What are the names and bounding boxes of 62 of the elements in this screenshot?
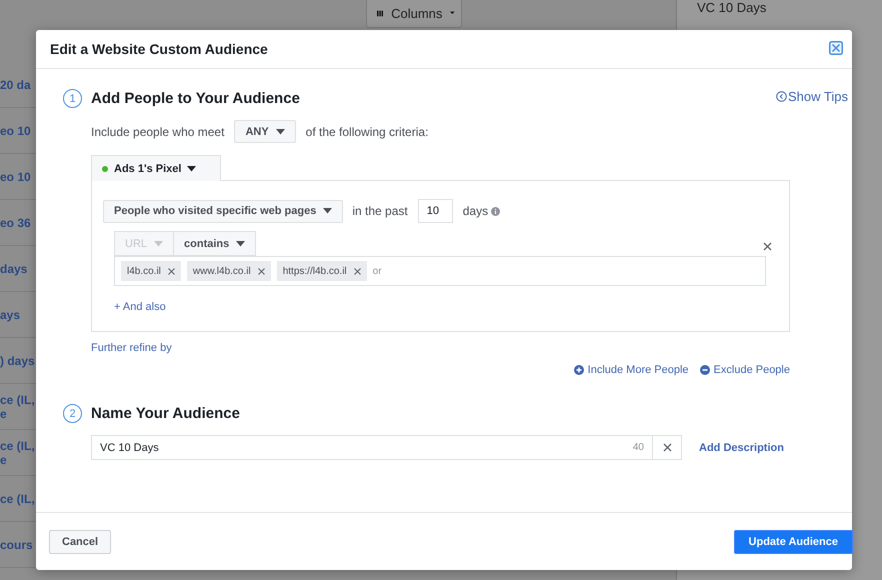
add-description-link[interactable]: Add Description xyxy=(699,442,784,454)
url-token: l4b.co.il xyxy=(121,261,181,281)
plus-circle-icon xyxy=(574,365,584,375)
list-item-text: e xyxy=(0,452,8,466)
token-input[interactable]: or xyxy=(372,264,413,278)
close-icon xyxy=(829,41,843,55)
days-label: days xyxy=(462,204,488,218)
criteria-label: of the following criteria: xyxy=(306,124,428,138)
caret-icon xyxy=(323,208,332,214)
caret-icon xyxy=(154,240,164,246)
pixel-tab[interactable]: Ads 1's Pixel xyxy=(91,155,221,181)
list-item-text: e xyxy=(0,406,8,420)
criteria-label: Include people who meet xyxy=(91,124,224,138)
list-item-text: cours xyxy=(0,538,34,552)
remove-icon xyxy=(168,268,175,274)
close-icon xyxy=(662,443,672,452)
list-item-text: days xyxy=(0,262,28,276)
caret-icon xyxy=(187,166,196,172)
dialog-title: Edit a Website Custom Audience xyxy=(50,41,268,57)
include-more-people-link[interactable]: Include More People xyxy=(574,364,689,376)
remove-icon xyxy=(354,268,361,274)
and-also-link[interactable]: + And also xyxy=(114,301,166,313)
close-icon xyxy=(762,242,772,251)
days-field[interactable]: 10 xyxy=(418,199,453,223)
columns-icon xyxy=(377,8,384,18)
info-icon xyxy=(491,206,500,216)
caret-icon xyxy=(276,128,285,134)
list-item-text: ) days xyxy=(0,354,36,368)
past-label: in the past xyxy=(352,204,408,218)
step-title: Add People to Your Audience xyxy=(91,90,300,107)
show-tips-link[interactable]: Show Tips xyxy=(776,89,848,104)
list-item-text: eo 10 xyxy=(0,124,32,138)
columns-button[interactable]: Columns xyxy=(366,0,462,28)
step-title: Name Your Audience xyxy=(91,405,240,422)
caret-icon xyxy=(236,240,246,246)
audience-name-field[interactable]: VC 10 Days 40 xyxy=(91,435,682,460)
cancel-button[interactable]: Cancel xyxy=(49,530,112,554)
chevron-circle-icon xyxy=(776,91,788,102)
list-item-text: eo 10 xyxy=(0,170,32,184)
operator-dropdown[interactable]: contains xyxy=(174,231,256,256)
further-refine-link[interactable]: Further refine by xyxy=(91,342,172,354)
audience-dropdown[interactable]: People who visited specific web pages xyxy=(103,200,344,222)
update-audience-button[interactable]: Update Audience xyxy=(734,530,853,554)
match-dropdown[interactable]: ANY xyxy=(234,120,296,143)
step-number: 2 xyxy=(63,404,82,423)
step-number: 1 xyxy=(63,89,82,108)
url-token: www.l4b.co.il xyxy=(186,261,271,281)
list-item-text: 20 da xyxy=(0,78,32,92)
minus-circle-icon xyxy=(700,365,710,375)
caret-icon xyxy=(450,10,455,16)
list-item-text: eo 36 xyxy=(0,216,32,230)
exclude-people-link[interactable]: Exclude People xyxy=(700,364,790,376)
url-token: https://l4b.co.il xyxy=(276,261,367,281)
remove-icon xyxy=(258,268,265,274)
url-token-field[interactable]: l4b.co.il www.l4b.co.il https://l4b.co.il or xyxy=(114,256,766,286)
close-button[interactable] xyxy=(828,41,844,57)
list-item-text: ays xyxy=(0,308,22,322)
list-item-text: ce (IL, xyxy=(0,492,36,506)
character-count: 40 xyxy=(632,442,645,453)
panel-title: VC 10 Days xyxy=(697,1,768,15)
list-item-text: ce (IL, xyxy=(0,392,36,406)
list-item-text: ce (IL, xyxy=(0,438,36,452)
